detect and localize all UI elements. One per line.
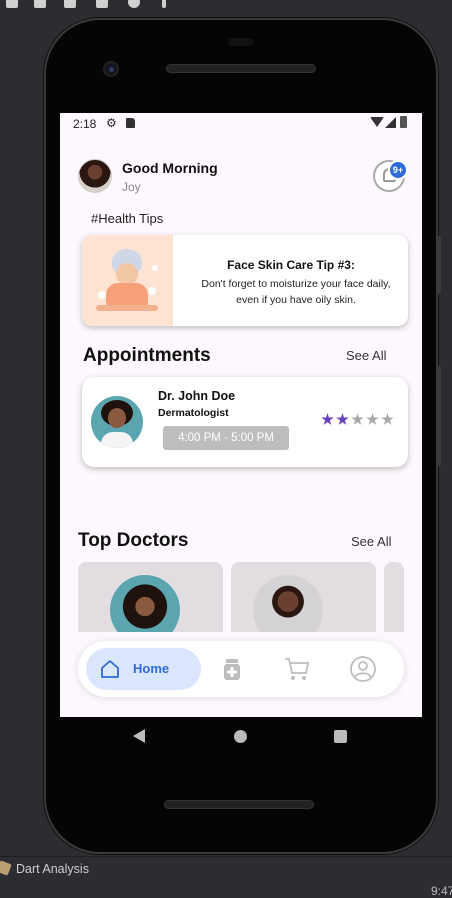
- greeting-text: Good Morning: [122, 160, 218, 176]
- tip-body-line: Don't forget to moisturize your face dai…: [201, 278, 391, 290]
- doctor-name: Dr. John Doe: [158, 389, 236, 403]
- settings-icon: ⚙: [106, 116, 117, 130]
- android-home-button[interactable]: [234, 730, 247, 743]
- battery-icon: [400, 116, 407, 128]
- home-icon: [101, 660, 119, 678]
- doctor-specialty: Dermatologist: [158, 407, 229, 419]
- health-tip-card[interactable]: Face Skin Care Tip #3: Don't forget to m…: [82, 235, 408, 326]
- appointment-card[interactable]: Dr. John Doe Dermatologist 4:00 PM - 5:0…: [82, 377, 408, 467]
- appointment-time: 4:00 PM - 5:00 PM: [163, 426, 289, 450]
- signal-icon: [385, 117, 396, 128]
- android-back-button[interactable]: [133, 729, 145, 743]
- speaker-grille-top: [166, 64, 316, 73]
- status-time: 2:18: [73, 117, 97, 131]
- android-recents-button[interactable]: [334, 730, 347, 743]
- more-icon[interactable]: [162, 0, 166, 8]
- status-bar: 2:18 ⚙: [60, 113, 422, 135]
- screenshot-icon[interactable]: [64, 0, 76, 8]
- tip-title: Face Skin Care Tip #3:: [227, 258, 355, 272]
- bottom-navigation: Home: [78, 641, 404, 697]
- user-name: Joy: [122, 180, 141, 194]
- stop-icon[interactable]: [6, 0, 18, 8]
- skin-care-illustration: [82, 235, 173, 326]
- notification-button[interactable]: 9+: [373, 160, 408, 192]
- power-icon[interactable]: [128, 0, 140, 8]
- star-empty-icon: [351, 413, 364, 425]
- tip-body-line: even if you have oily skin.: [236, 294, 356, 306]
- system-clock: 9:47: [431, 884, 452, 898]
- power-button: [437, 366, 441, 466]
- volume-button: [437, 236, 441, 294]
- notification-badge: 9+: [388, 160, 408, 180]
- doctor-photo: [110, 575, 180, 632]
- doctor-tile[interactable]: [231, 562, 376, 632]
- top-doctors-see-all-link[interactable]: See All: [351, 534, 391, 549]
- wifi-icon: [370, 117, 384, 127]
- appointments-see-all-link[interactable]: See All: [346, 348, 386, 363]
- doctor-photo: [253, 575, 323, 632]
- earpiece: [228, 38, 254, 46]
- cart-icon[interactable]: [283, 655, 311, 683]
- tip-body: Don't forget to moisturize your face dai…: [180, 276, 408, 308]
- rating-stars: [321, 413, 394, 426]
- appointments-title: Appointments: [83, 345, 211, 366]
- stop-icon[interactable]: [34, 0, 46, 8]
- doctor-avatar: [91, 396, 143, 448]
- speaker-grille-bottom: [164, 800, 314, 809]
- star-empty-icon: [381, 413, 394, 425]
- nav-home[interactable]: Home: [86, 648, 201, 690]
- user-avatar[interactable]: [78, 159, 112, 193]
- star-filled-icon: [321, 413, 334, 425]
- app-screen: 2:18 ⚙ Good Morning Joy 9+ #Health Tips …: [60, 113, 422, 717]
- dart-analysis-tab[interactable]: Dart Analysis: [16, 862, 89, 876]
- health-tips-label: #Health Tips: [91, 211, 164, 226]
- profile-icon[interactable]: [349, 655, 377, 683]
- top-doctors-title: Top Doctors: [78, 530, 189, 551]
- nav-home-label: Home: [133, 661, 170, 676]
- sd-card-icon: [126, 118, 135, 128]
- doctor-tile[interactable]: [78, 562, 223, 632]
- ide-toolbar: [0, 0, 452, 12]
- star-empty-icon: [366, 413, 379, 425]
- record-icon[interactable]: [96, 0, 108, 8]
- star-filled-icon: [336, 413, 349, 425]
- doctor-tile[interactable]: [384, 562, 404, 632]
- front-camera: [103, 61, 119, 77]
- medicine-icon[interactable]: [218, 655, 246, 683]
